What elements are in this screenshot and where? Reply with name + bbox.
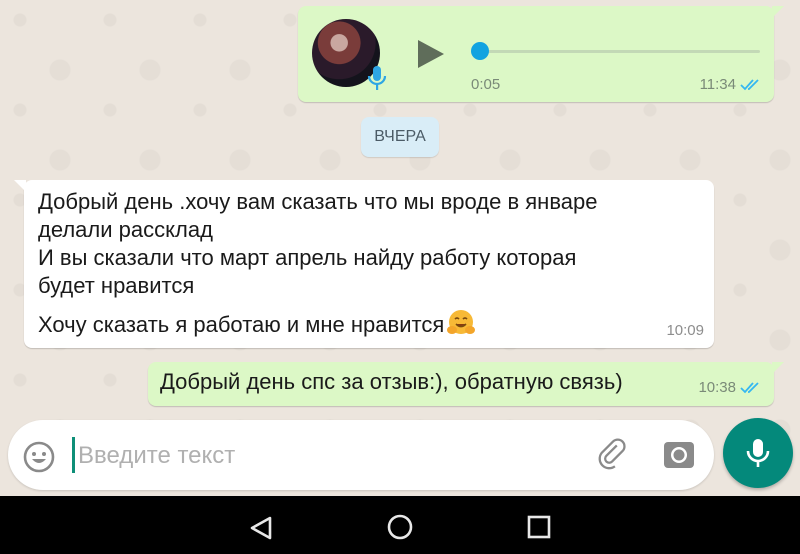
message-input[interactable]: Введите текст [78,442,235,470]
double-check-icon [740,382,759,394]
message-line: И вы сказали что март апрель найду работ… [38,245,577,270]
date-divider: ВЧЕРА [361,117,439,157]
message-line: Добрый день .хочу вам сказать что мы вро… [38,189,598,214]
voice-progress-knob[interactable] [471,42,489,60]
message-line-with-emoji: Хочу сказать я работаю и мне нравится [38,308,476,339]
voice-progress-track[interactable] [480,50,760,53]
message-composer[interactable]: Введите текст [8,420,714,490]
message-time: 10:09 [666,322,704,339]
recents-icon[interactable] [527,515,551,539]
bubble-tail [14,180,26,192]
text-cursor [72,437,75,473]
back-icon[interactable] [248,515,274,541]
microphone-icon [746,439,770,467]
attach-icon[interactable] [596,438,632,474]
message-time: 10:38 [698,379,736,396]
emoji-icon[interactable] [22,440,56,474]
microphone-icon [367,66,387,90]
hugging-face-emoji-icon [447,310,476,334]
record-voice-button[interactable] [723,418,793,488]
message-time: 11:34 [699,76,736,93]
incoming-message-bubble[interactable]: Добрый день .хочу вам сказать что мы вро… [14,180,714,348]
bubble-tail [772,6,784,18]
voice-duration: 0:05 [471,76,501,93]
voice-message-bubble[interactable]: 0:05 11:34 [298,6,784,102]
play-icon[interactable] [414,38,446,70]
camera-icon[interactable] [662,438,696,472]
home-icon[interactable] [386,513,414,541]
message-line: Хочу сказать я работаю и мне нравится [38,312,445,337]
double-check-icon [740,79,759,91]
outgoing-message-bubble[interactable]: Добрый день спс за отзыв:), обратную свя… [148,362,784,406]
message-line: делали рассклад [38,217,213,242]
message-text: Добрый день спс за отзыв:), обратную свя… [160,369,623,394]
bubble-tail [772,362,784,374]
message-line: будет нравится [38,273,195,298]
